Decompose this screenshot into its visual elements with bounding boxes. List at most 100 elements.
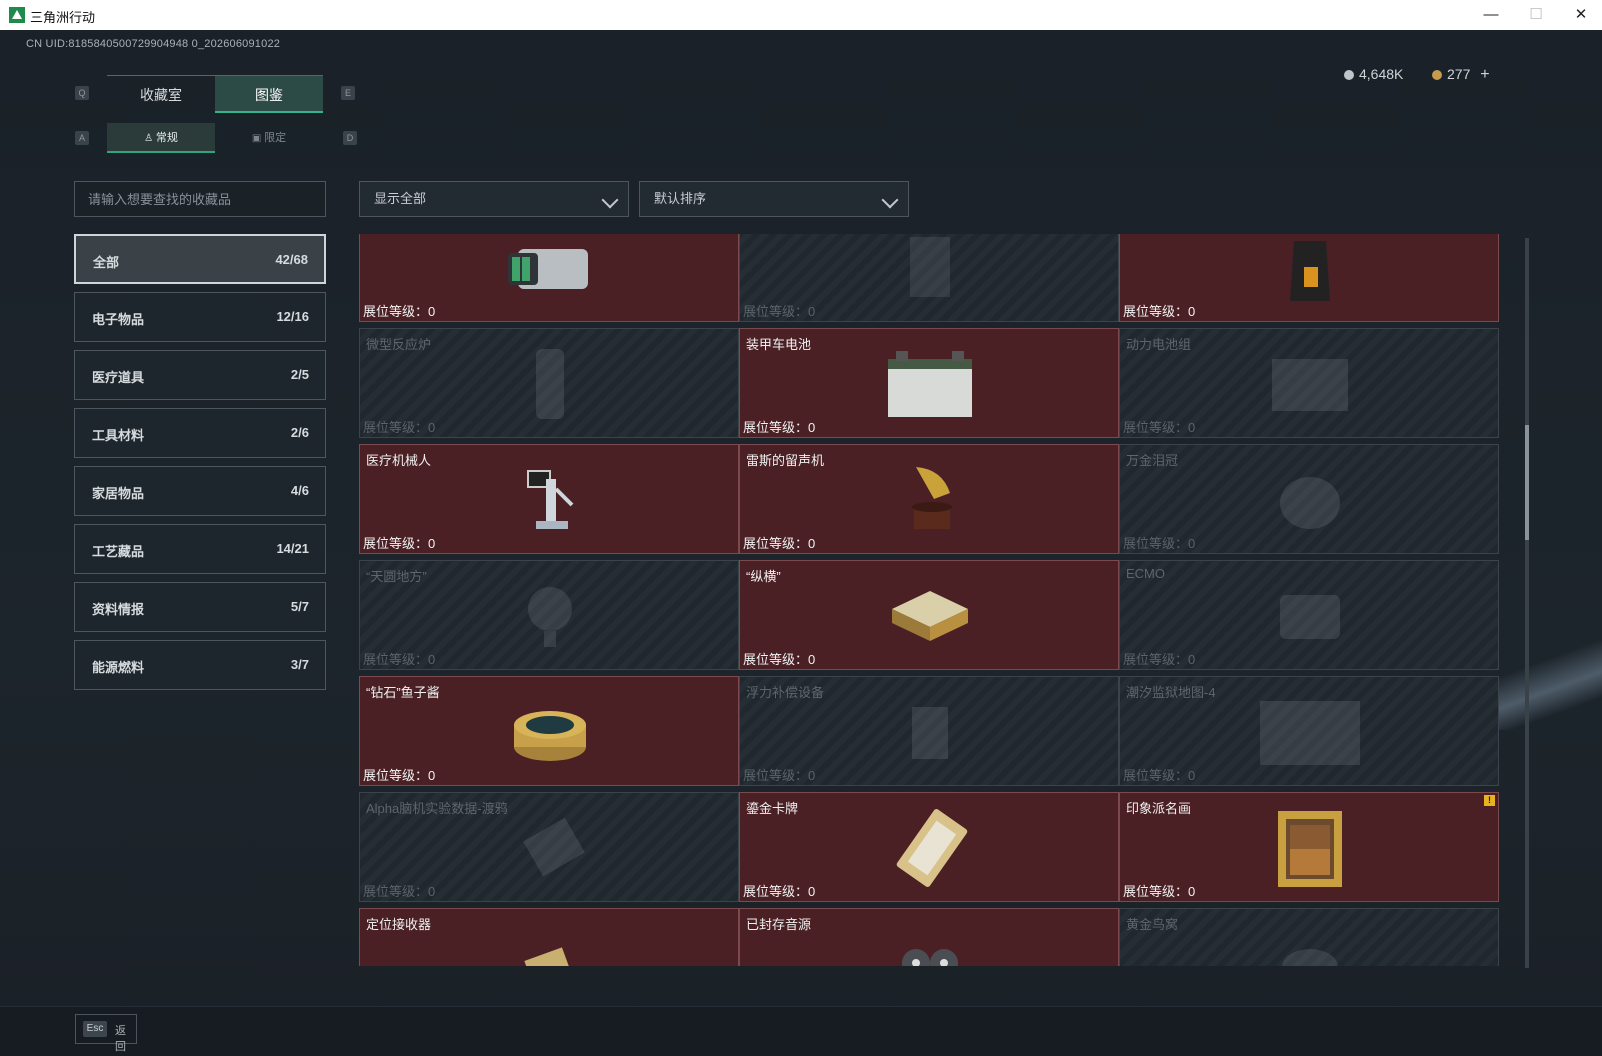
currency-silver: 4,648K	[1344, 66, 1403, 82]
category-count: 5/7	[290, 599, 309, 614]
item-card[interactable]: 潮汐监狱地图-4 展位等级：0	[1119, 676, 1499, 786]
gramophone-icon	[912, 467, 952, 529]
bottom-bar	[0, 1006, 1602, 1056]
regular-icon: ♙	[144, 133, 156, 144]
item-card[interactable]: 浮力补偿设备 展位等级：0	[739, 676, 1119, 786]
item-level: 展位等级：0	[363, 652, 436, 667]
item-card[interactable]: “天圆地方” 展位等级：0	[359, 560, 739, 670]
category-count: 3/7	[290, 657, 309, 672]
item-level: 展位等级：0	[743, 420, 816, 435]
item-card[interactable]: 已封存音源	[739, 908, 1119, 966]
caviar-icon	[514, 711, 586, 761]
back-button[interactable]: Esc 返回	[75, 1014, 137, 1053]
chess-box-icon	[892, 591, 968, 641]
key-hint-e: E	[341, 86, 355, 100]
subtab-regular[interactable]: ♙ 常规	[107, 123, 215, 153]
filter-dropdown[interactable]: 显示全部	[359, 181, 629, 217]
item-card[interactable]: 微型反应炉 展位等级：0	[359, 328, 739, 438]
category-electronics[interactable]: 电子物品 12/16	[74, 292, 326, 342]
subtab-limited-label: 限定	[264, 132, 287, 144]
item-level: 展位等级：0	[1123, 420, 1196, 435]
map-icon	[1260, 701, 1360, 765]
battery-pack-icon	[1272, 359, 1348, 411]
item-name: 印象派名画	[1126, 801, 1192, 816]
window-titlebar: 三角洲行动 — ☐ ✕	[0, 0, 1602, 30]
category-count: 2/5	[290, 367, 309, 382]
item-level: 展位等级：0	[743, 304, 816, 319]
camera-icon	[508, 249, 588, 289]
item-card[interactable]: 雷斯的留声机 展位等级：0	[739, 444, 1119, 554]
category-household[interactable]: 家居物品 4/6	[74, 466, 326, 516]
item-card[interactable]: 印象派名画 ! 展位等级：0	[1119, 792, 1499, 902]
item-card[interactable]: 万金泪冠 展位等级：0	[1119, 444, 1499, 554]
item-name: 定位接收器	[366, 917, 432, 932]
gold-card-icon	[896, 809, 968, 887]
sort-dropdown-label: 默认排序	[654, 191, 707, 206]
item-name: 鎏金卡牌	[746, 801, 799, 816]
bcd-icon	[912, 707, 948, 759]
item-card[interactable]: 展位等级：0	[359, 234, 739, 322]
category-tools[interactable]: 工具材料 2/6	[74, 408, 326, 458]
category-count: 4/6	[290, 483, 309, 498]
currency-gold-value: 277	[1447, 66, 1471, 82]
search-input[interactable]	[74, 181, 326, 217]
sort-dropdown[interactable]: 默认排序	[639, 181, 909, 217]
tape-reel-icon	[902, 949, 958, 966]
data-drive-icon	[523, 817, 585, 877]
back-label: 返回	[115, 1025, 126, 1053]
painting-icon	[1278, 811, 1342, 887]
item-level: 展位等级：0	[1123, 884, 1196, 899]
maximize-button[interactable]: ☐	[1525, 4, 1547, 26]
window-title: 三角洲行动	[30, 10, 96, 25]
item-card[interactable]: 装甲车电池 展位等级：0	[739, 328, 1119, 438]
item-card[interactable]: 定位接收器	[359, 908, 739, 966]
item-level: 展位等级：0	[1123, 652, 1196, 667]
item-card[interactable]: 鎏金卡牌 展位等级：0	[739, 792, 1119, 902]
item-card[interactable]: 动力电池组 展位等级：0	[1119, 328, 1499, 438]
grid-scrollbar[interactable]	[1525, 238, 1529, 968]
minimize-button[interactable]: —	[1480, 4, 1502, 26]
item-level: 展位等级：0	[743, 768, 816, 783]
globe-icon	[528, 587, 572, 647]
esc-key-hint: Esc	[83, 1021, 107, 1037]
item-card[interactable]: 展位等级：0	[739, 234, 1119, 322]
device-icon	[910, 237, 950, 297]
item-name: 潮汐监狱地图-4	[1126, 685, 1216, 700]
nest-icon	[1282, 949, 1338, 966]
category-crafts[interactable]: 工艺藏品 14/21	[74, 524, 326, 574]
category-count: 12/16	[276, 309, 309, 324]
item-name: 黄金鸟窝	[1126, 917, 1179, 932]
category-label: 工艺藏品	[92, 544, 145, 559]
category-label: 能源燃料	[92, 660, 145, 675]
item-level: 展位等级：0	[743, 652, 816, 667]
item-level: 展位等级：0	[363, 768, 436, 783]
item-card[interactable]: “纵横” 展位等级：0	[739, 560, 1119, 670]
subtab-limited[interactable]: ▣ 限定	[215, 123, 323, 153]
add-currency-button[interactable]: +	[1480, 66, 1489, 83]
item-card[interactable]: 黄金鸟窝	[1119, 908, 1499, 966]
item-name: 动力电池组	[1126, 337, 1192, 352]
category-label: 资料情报	[92, 602, 145, 617]
item-card[interactable]: 医疗机械人 展位等级：0	[359, 444, 739, 554]
category-intel[interactable]: 资料情报 5/7	[74, 582, 326, 632]
key-hint-q: Q	[75, 86, 89, 100]
item-card[interactable]: 展位等级：0	[1119, 234, 1499, 322]
category-medical[interactable]: 医疗道具 2/5	[74, 350, 326, 400]
currency-gold: 277 +	[1432, 66, 1490, 84]
item-card[interactable]: ECMO 展位等级：0	[1119, 560, 1499, 670]
item-card[interactable]: “钻石”鱼子酱 展位等级：0	[359, 676, 739, 786]
coffee-bag-icon	[1290, 241, 1330, 301]
chevron-down-icon	[601, 191, 619, 209]
tab-collection-room[interactable]: 收藏室	[107, 75, 215, 113]
silver-coin-icon	[1344, 70, 1354, 80]
category-energy[interactable]: 能源燃料 3/7	[74, 640, 326, 690]
item-level: 展位等级：0	[363, 304, 436, 319]
close-button[interactable]: ✕	[1570, 4, 1592, 26]
category-count: 2/6	[290, 425, 309, 440]
tab-catalog[interactable]: 图鉴	[215, 75, 323, 113]
grid-scrollbar-thumb[interactable]	[1525, 425, 1529, 540]
item-level: 展位等级：0	[363, 884, 436, 899]
category-all[interactable]: 全部 42/68	[74, 234, 326, 284]
item-name: 装甲车电池	[746, 337, 812, 352]
item-card[interactable]: Alpha脑机实验数据-渡鸦 展位等级：0	[359, 792, 739, 902]
